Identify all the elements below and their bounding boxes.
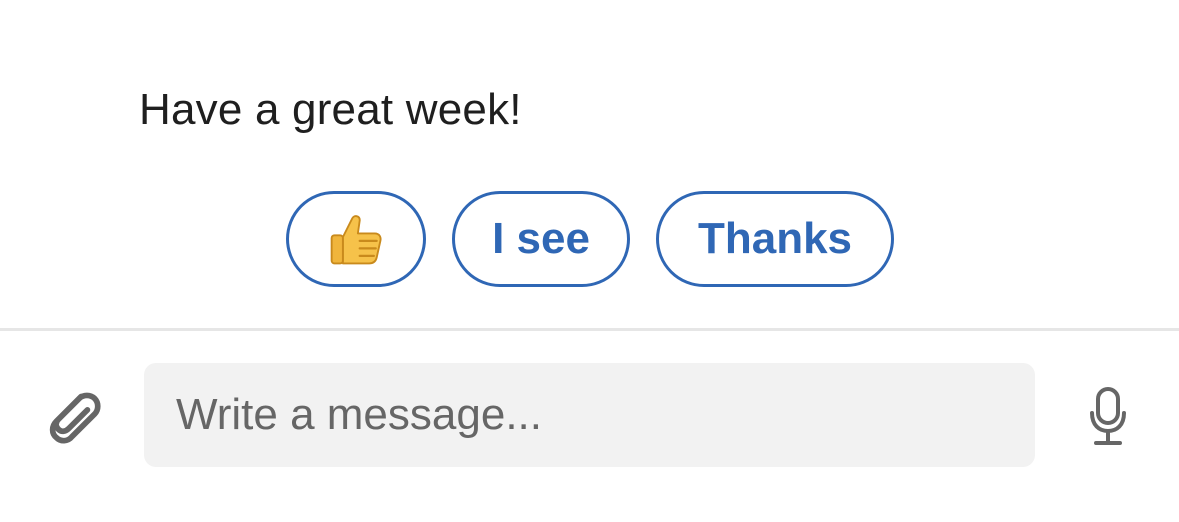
thumbs-up-reply-button[interactable] xyxy=(286,191,426,287)
microphone-button[interactable] xyxy=(1080,382,1136,452)
messaging-screen: Have a great week! I see Thanks xyxy=(0,0,1179,522)
message-bubble-text: Have a great week! xyxy=(139,85,522,134)
attach-button[interactable] xyxy=(38,380,108,450)
reply-label: Thanks xyxy=(697,214,853,263)
quick-replies: I see Thanks xyxy=(286,191,894,287)
paperclip-icon xyxy=(49,392,101,444)
thanks-reply-button[interactable]: Thanks xyxy=(656,191,894,287)
message-input[interactable] xyxy=(144,363,1035,467)
composer-divider xyxy=(0,328,1179,331)
reply-label: I see xyxy=(492,214,590,263)
i-see-reply-button[interactable]: I see xyxy=(452,191,630,287)
microphone-icon xyxy=(1090,387,1126,445)
thumbs-up-icon xyxy=(330,215,382,265)
